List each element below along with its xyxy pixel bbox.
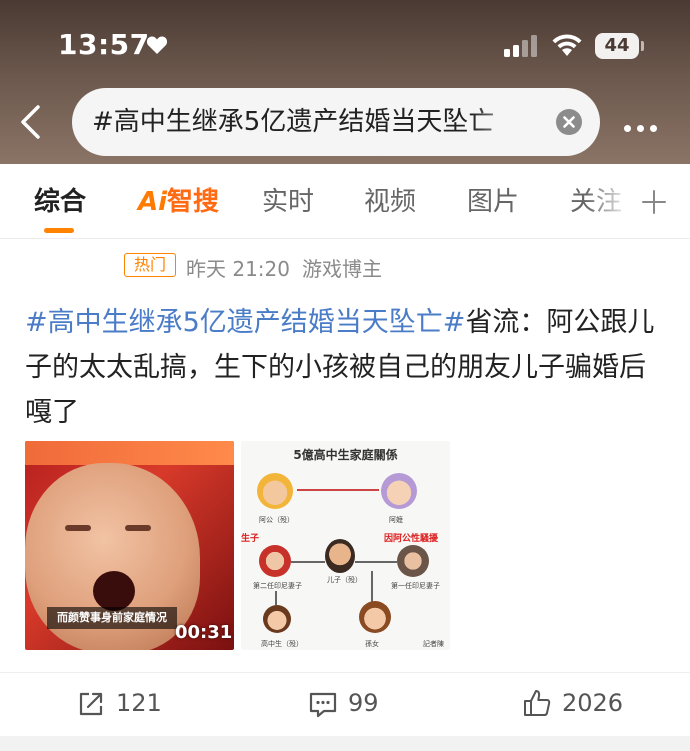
ai-logo-icon: Ai xyxy=(138,187,168,217)
battery-nub xyxy=(641,41,644,51)
tab-comprehensive[interactable]: 综合 xyxy=(34,186,86,218)
child-line-right xyxy=(371,571,373,605)
post-action-bar: 121 99 2026 xyxy=(0,672,690,737)
search-text-fade xyxy=(472,98,542,146)
second-wife-label: 第二任印尼妻子 xyxy=(253,582,302,590)
son-avatar xyxy=(325,539,355,573)
diagram-title: 5億高中生家庭關係 xyxy=(293,448,398,462)
add-tab-icon[interactable] xyxy=(641,189,667,215)
second-wife-avatar xyxy=(259,545,291,577)
grandpa-label: 阿公（殁） xyxy=(259,516,294,524)
share-count: 121 xyxy=(116,689,162,717)
back-arrow-icon[interactable] xyxy=(18,104,44,140)
video-subtitle: 而颜赞事身前家庭情况 xyxy=(47,607,177,629)
child-line-left xyxy=(275,591,277,605)
tab-video[interactable]: 视频 xyxy=(364,186,416,218)
like-button[interactable]: 2026 xyxy=(522,687,632,721)
marriage-line xyxy=(297,489,379,491)
search-tabs: 综合 Ai智搜 实时 视频 图片 关注 xyxy=(0,164,690,239)
student-label: 高中生（殁） xyxy=(261,640,303,648)
top-header: 13:57 44 #高中生继承5亿遗产结婚当天坠亡 xyxy=(0,0,690,164)
first-wife-avatar xyxy=(397,545,429,577)
tabs-fade xyxy=(586,174,636,230)
post-hashtag[interactable]: #高中生继承5亿遗产结婚当天坠亡# xyxy=(25,307,465,338)
post-time: 昨天 21:20 xyxy=(186,257,290,281)
tab-realtime[interactable]: 实时 xyxy=(262,186,314,218)
post-text: #高中生继承5亿遗产结婚当天坠亡#省流：阿公跟儿子的太太乱搞，生下的小孩被自己的… xyxy=(25,300,669,435)
first-wife-label: 第一任印尼妻子 xyxy=(391,582,440,590)
grandma-avatar xyxy=(381,473,417,509)
comment-icon xyxy=(309,692,337,718)
active-tab-indicator xyxy=(44,228,74,233)
video-top-strip xyxy=(25,441,234,465)
student-avatar xyxy=(263,605,291,633)
comment-count: 99 xyxy=(348,689,379,717)
son-label: 儿子（殁） xyxy=(327,576,362,584)
reporter-label: 記者陳 xyxy=(423,640,444,648)
share-button[interactable]: 121 xyxy=(76,687,176,721)
author-name-cutoff xyxy=(126,232,216,242)
close-icon xyxy=(563,116,575,128)
search-input[interactable]: #高中生继承5亿遗产结婚当天坠亡 xyxy=(72,88,600,156)
grandma-label: 阿嬷 xyxy=(389,516,403,524)
like-count: 2026 xyxy=(562,689,624,717)
heart-icon xyxy=(146,36,168,54)
red-label-left: 生子 xyxy=(241,534,260,544)
video-duration: 00:31 xyxy=(175,622,233,643)
red-label-right: 因阿公性騷擾 xyxy=(384,534,439,544)
granddaughter-avatar xyxy=(359,601,391,633)
share-icon xyxy=(79,692,103,716)
signal-icon xyxy=(504,35,537,57)
hot-badge: 热门 xyxy=(124,253,176,277)
feed-divider xyxy=(0,736,690,751)
tab-ai-search[interactable]: Ai智搜 xyxy=(138,186,219,218)
son-first-wife-line xyxy=(355,561,397,563)
more-options-icon[interactable] xyxy=(624,117,663,136)
clear-search-icon[interactable] xyxy=(556,109,582,135)
thumbs-up-icon xyxy=(524,690,551,716)
son-wife-line xyxy=(291,561,325,563)
grandpa-avatar xyxy=(257,473,293,509)
status-time: 13:57 xyxy=(58,28,150,61)
granddaughter-label: 孫女 xyxy=(365,640,379,648)
post-source: 游戏博主 xyxy=(302,257,382,281)
search-query-text: #高中生继承5亿遗产结婚当天坠亡 xyxy=(92,107,495,137)
family-diagram-image[interactable]: 5億高中生家庭關係 阿公（殁） 阿嬷 生子 因阿公性騷擾 儿子（殁） 第二任印尼… xyxy=(241,441,450,650)
battery-indicator: 44 xyxy=(595,33,639,59)
tab-images[interactable]: 图片 xyxy=(467,186,519,218)
comment-button[interactable]: 99 xyxy=(308,687,398,721)
wifi-icon xyxy=(552,34,582,56)
video-thumbnail[interactable]: 而颜赞事身前家庭情况 00:31 xyxy=(25,441,234,650)
